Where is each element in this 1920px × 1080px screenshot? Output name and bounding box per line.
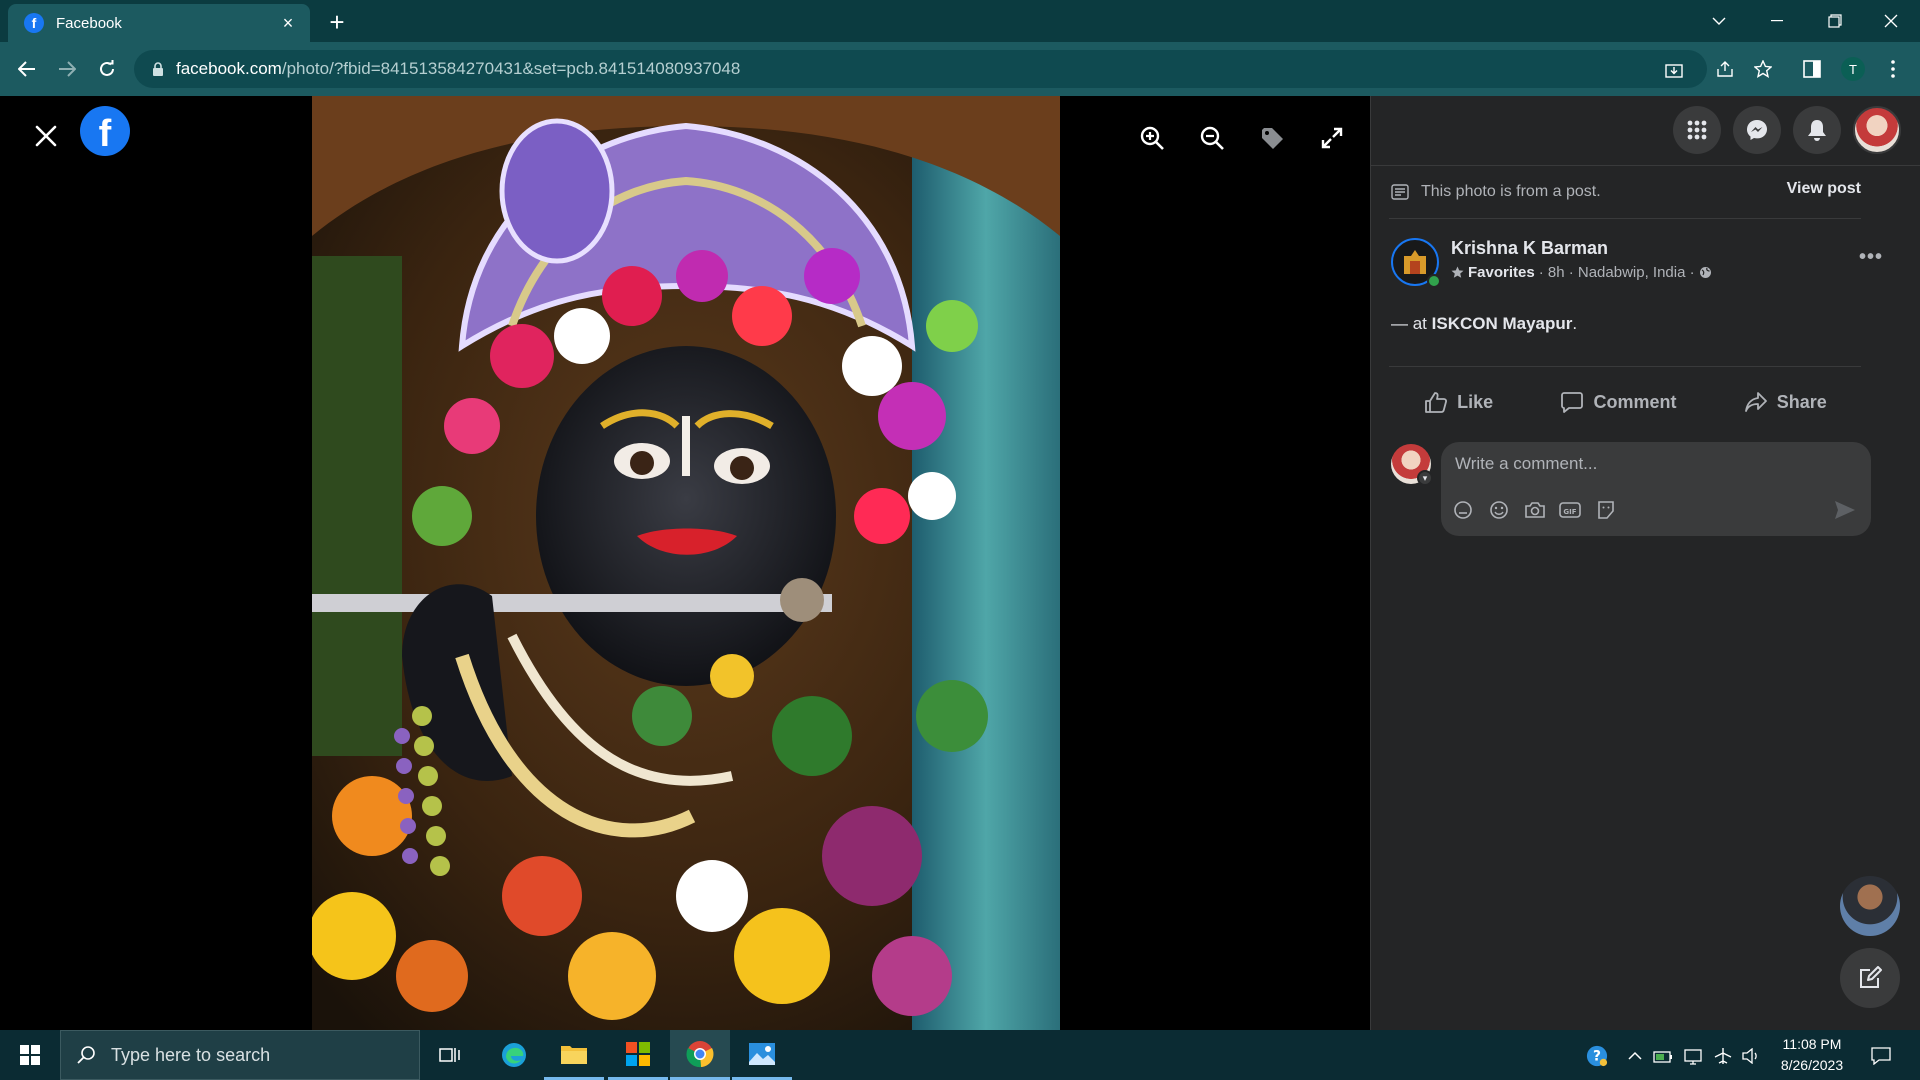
fullscreen-icon[interactable] bbox=[1314, 120, 1350, 156]
post-details-panel: This photo is from a post. View post Kri… bbox=[1370, 96, 1920, 1030]
location-link[interactable]: ISKCON Mayapur bbox=[1432, 314, 1573, 333]
like-button[interactable]: Like bbox=[1413, 385, 1505, 419]
bookmark-star-icon[interactable] bbox=[1750, 56, 1776, 82]
close-viewer-icon[interactable] bbox=[28, 118, 64, 154]
file-explorer-icon[interactable] bbox=[544, 1030, 604, 1080]
clock-date: 8/26/2023 bbox=[1780, 1057, 1844, 1073]
search-icon bbox=[77, 1045, 97, 1065]
edge-browser-icon[interactable] bbox=[484, 1030, 544, 1080]
comment-input[interactable] bbox=[1455, 452, 1855, 476]
messenger-icon[interactable] bbox=[1733, 106, 1781, 154]
zoom-in-icon[interactable] bbox=[1134, 120, 1170, 156]
online-status-badge bbox=[1427, 274, 1441, 288]
post-meta: Favorites · 8h · Nadabwip, India · bbox=[1451, 264, 1712, 281]
post-photo[interactable] bbox=[312, 96, 1060, 1030]
comment-bubble-icon bbox=[1561, 391, 1584, 413]
restore-window-button[interactable] bbox=[1806, 0, 1864, 42]
network-icon[interactable] bbox=[1682, 1045, 1704, 1067]
contact-chat-avatar[interactable] bbox=[1840, 876, 1900, 936]
notifications-bell-icon[interactable] bbox=[1793, 106, 1841, 154]
chevron-down-icon[interactable]: ▾ bbox=[1417, 470, 1433, 486]
taskbar-search-box[interactable]: Type here to search bbox=[60, 1030, 420, 1080]
action-center-icon[interactable] bbox=[1870, 1045, 1892, 1067]
comment-composer: GIF bbox=[1441, 442, 1871, 536]
browser-toolbar: facebook.com/photo/?fbid=841513584270431… bbox=[0, 42, 1920, 96]
forward-arrow-icon[interactable] bbox=[52, 54, 82, 84]
show-hidden-icons-chevron-icon[interactable] bbox=[1624, 1045, 1646, 1067]
minimize-window-button[interactable] bbox=[1748, 0, 1806, 42]
browser-tab-facebook[interactable]: f Facebook × bbox=[8, 4, 310, 42]
windows-taskbar: Type here to search ? 11:08 PM 8/26/2023 bbox=[0, 1030, 1920, 1080]
new-message-icon[interactable] bbox=[1840, 948, 1900, 1008]
chrome-browser-icon[interactable] bbox=[670, 1030, 730, 1080]
address-bar[interactable]: facebook.com/photo/?fbid=841513584270431… bbox=[134, 50, 1707, 88]
lock-icon bbox=[152, 61, 164, 77]
emoji-icon[interactable] bbox=[1487, 498, 1511, 522]
sticker-icon[interactable] bbox=[1594, 498, 1618, 522]
favorites-star-icon bbox=[1451, 266, 1464, 279]
zoom-out-icon[interactable] bbox=[1194, 120, 1230, 156]
comment-button[interactable]: Comment bbox=[1549, 385, 1688, 419]
help-icon[interactable]: ? bbox=[1586, 1045, 1608, 1067]
account-avatar[interactable] bbox=[1853, 106, 1901, 154]
facebook-favicon-icon: f bbox=[24, 13, 44, 33]
menu-grid-icon[interactable] bbox=[1673, 106, 1721, 154]
tab-title: Facebook bbox=[56, 14, 122, 32]
post-time-location[interactable]: · 8h · Nadabwip, India · bbox=[1539, 264, 1695, 281]
battery-icon[interactable] bbox=[1652, 1045, 1674, 1067]
profile-avatar-button[interactable]: T bbox=[1840, 56, 1866, 82]
tab-close-icon[interactable]: × bbox=[278, 13, 298, 34]
gif-icon[interactable]: GIF bbox=[1558, 498, 1582, 522]
camera-icon[interactable] bbox=[1523, 498, 1547, 522]
photo-viewer: f bbox=[0, 96, 1370, 1030]
browser-titlebar: f Facebook × + bbox=[0, 0, 1920, 42]
share-button[interactable]: Share bbox=[1733, 385, 1839, 419]
facebook-logo[interactable]: f bbox=[80, 106, 130, 156]
windows-start-icon[interactable] bbox=[0, 1030, 60, 1080]
public-globe-icon bbox=[1699, 266, 1712, 279]
system-clock[interactable]: 11:08 PM 8/26/2023 bbox=[1764, 1034, 1860, 1076]
clock-time: 11:08 PM bbox=[1782, 1036, 1842, 1052]
share-page-icon[interactable] bbox=[1712, 56, 1738, 82]
post-text: — at ISKCON Mayapur. bbox=[1391, 314, 1578, 333]
microsoft-store-icon[interactable] bbox=[608, 1030, 668, 1080]
divider bbox=[1389, 218, 1861, 219]
search-placeholder: Type here to search bbox=[111, 1044, 271, 1065]
facebook-top-actions bbox=[1371, 96, 1920, 166]
install-app-icon[interactable] bbox=[1664, 61, 1684, 81]
post-actions: Like Comment Share bbox=[1391, 380, 1861, 424]
tab-search-chevron-icon[interactable] bbox=[1690, 0, 1748, 42]
browser-menu-icon[interactable] bbox=[1880, 56, 1906, 82]
thumbs-up-icon bbox=[1425, 391, 1448, 413]
back-arrow-icon[interactable] bbox=[12, 54, 42, 84]
photos-app-icon[interactable] bbox=[732, 1030, 792, 1080]
avatar-sticker-icon[interactable] bbox=[1451, 498, 1475, 522]
task-view-icon[interactable] bbox=[420, 1030, 480, 1080]
close-window-button[interactable] bbox=[1862, 0, 1920, 42]
side-panel-icon[interactable] bbox=[1799, 56, 1825, 82]
divider bbox=[1389, 366, 1861, 367]
post-icon bbox=[1391, 184, 1409, 200]
share-arrow-icon bbox=[1744, 391, 1767, 413]
send-icon[interactable] bbox=[1833, 498, 1857, 522]
author-name[interactable]: Krishna K Barman bbox=[1451, 238, 1608, 259]
url-text: facebook.com/photo/?fbid=841513584270431… bbox=[176, 59, 741, 78]
airplane-mode-icon[interactable] bbox=[1712, 1045, 1734, 1067]
new-tab-button[interactable]: + bbox=[322, 7, 352, 37]
svg-text:GIF: GIF bbox=[1563, 508, 1576, 516]
deity-photo-image bbox=[312, 96, 1060, 1030]
post-options-more-icon[interactable]: ••• bbox=[1855, 246, 1887, 268]
reload-icon[interactable] bbox=[92, 54, 122, 84]
favorites-label: Favorites bbox=[1468, 264, 1535, 281]
tag-photo-icon[interactable] bbox=[1254, 120, 1290, 156]
view-post-link[interactable]: View post bbox=[1727, 180, 1861, 204]
volume-icon[interactable] bbox=[1740, 1045, 1762, 1067]
